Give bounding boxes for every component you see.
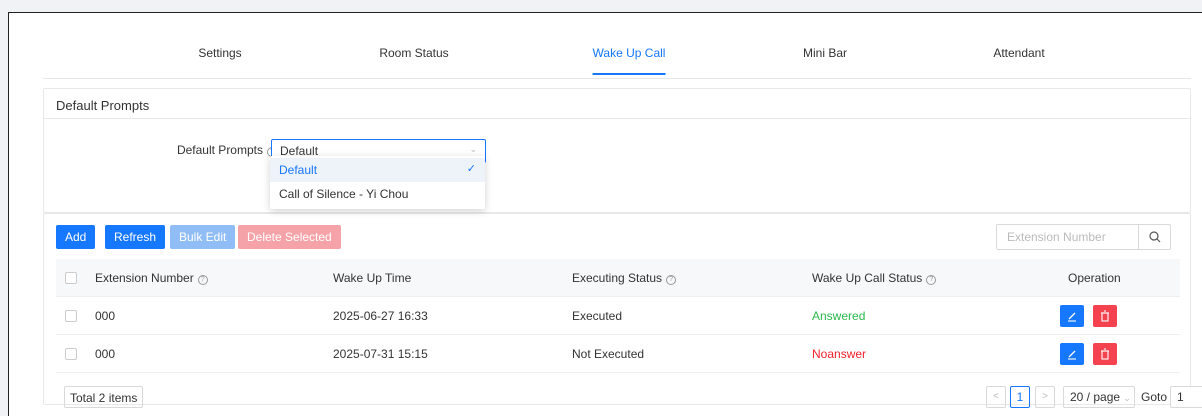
- delete-selected-button[interactable]: Delete Selected: [238, 225, 341, 249]
- goto-page-input[interactable]: [1170, 386, 1202, 408]
- column-header-label: Executing Status: [572, 271, 663, 285]
- extension-cell: 000: [95, 347, 116, 361]
- select-all-checkbox[interactable]: [65, 272, 77, 284]
- column-header-wake-up-call-status: Wake Up Call Status?: [812, 271, 937, 285]
- search-input[interactable]: [997, 225, 1137, 249]
- extension-cell: 000: [95, 309, 116, 323]
- delete-button[interactable]: [1093, 343, 1117, 365]
- search-button[interactable]: [1138, 225, 1170, 249]
- total-items-label: Total 2 items: [64, 386, 144, 408]
- option-label: Call of Silence - Yi Chou: [279, 187, 409, 201]
- help-icon[interactable]: ?: [666, 275, 677, 285]
- main-frame: Settings Room Status Wake Up Call Mini B…: [8, 12, 1202, 416]
- dropdown-option-call-of-silence[interactable]: Call of Silence - Yi Chou: [270, 182, 485, 206]
- help-icon[interactable]: ?: [197, 275, 208, 285]
- column-header-extension: Extension Number?: [95, 271, 208, 285]
- refresh-button[interactable]: Refresh: [105, 225, 166, 249]
- column-header-operation: Operation: [1068, 271, 1121, 285]
- table-row: 000 2025-07-31 15:15 Not Executed Noansw…: [56, 335, 1180, 373]
- wake-up-call-status-cell: Noanswer: [812, 347, 867, 361]
- search-box: [996, 224, 1171, 250]
- page-size-value: 20 / page: [1070, 390, 1121, 404]
- field-label-text: Default Prompts: [176, 143, 263, 157]
- column-header-wake-up-time: Wake Up Time: [333, 271, 412, 285]
- prev-page-button[interactable]: <: [986, 386, 1006, 408]
- tab-room-status[interactable]: Room Status: [379, 46, 448, 60]
- table-row: 000 2025-06-27 16:33 Executed Answered: [56, 297, 1180, 335]
- default-prompts-card: Default Prompts Default Prompts? Default…: [43, 88, 1191, 213]
- edit-button[interactable]: [1060, 343, 1084, 365]
- page-size-select[interactable]: 20 / page ⌄: [1063, 386, 1135, 408]
- check-icon: ✓: [466, 163, 476, 175]
- row-checkbox[interactable]: [65, 310, 77, 322]
- trash-icon: [1101, 348, 1109, 360]
- page-number-button[interactable]: 1: [1010, 386, 1030, 408]
- column-header-label: Wake Up Call Status: [812, 271, 923, 285]
- dropdown-option-default[interactable]: Default ✓: [270, 158, 485, 182]
- column-header-executing-status: Executing Status?: [572, 271, 677, 285]
- tab-mini-bar[interactable]: Mini Bar: [803, 46, 847, 60]
- card-title: Default Prompts: [44, 89, 1190, 119]
- column-header-label: Extension Number: [95, 271, 194, 285]
- add-button[interactable]: Add: [56, 225, 96, 249]
- wake-up-time-cell: 2025-06-27 16:33: [333, 309, 428, 323]
- edit-icon: [1068, 312, 1076, 322]
- delete-button[interactable]: [1093, 305, 1117, 327]
- executing-status-cell: Executed: [572, 309, 623, 323]
- wake-up-call-table: Extension Number? Wake Up Time Executing…: [56, 259, 1180, 373]
- edit-icon: [1068, 350, 1076, 360]
- chevron-down-icon: ⌄: [469, 144, 477, 154]
- tab-bar: Settings Room Status Wake Up Call Mini B…: [43, 27, 1191, 79]
- option-label: Default: [279, 163, 318, 177]
- goto-label: Goto: [1141, 390, 1168, 404]
- table-header-row: Extension Number? Wake Up Time Executing…: [56, 259, 1180, 297]
- row-checkbox[interactable]: [65, 348, 77, 360]
- default-prompts-label: Default Prompts?: [177, 143, 277, 157]
- tab-attendant[interactable]: Attendant: [993, 46, 1044, 60]
- chevron-down-icon: ⌄: [1123, 393, 1131, 403]
- prompts-dropdown-menu: Default ✓ Call of Silence - Yi Chou: [270, 156, 485, 209]
- bulk-edit-button[interactable]: Bulk Edit: [170, 225, 236, 249]
- tab-wake-up-call[interactable]: Wake Up Call: [592, 46, 665, 75]
- search-icon: [1149, 231, 1161, 243]
- trash-icon: [1101, 310, 1109, 322]
- wake-up-time-cell: 2025-07-31 15:15: [333, 347, 428, 361]
- executing-status-cell: Not Executed: [572, 347, 645, 361]
- next-page-button[interactable]: >: [1035, 386, 1055, 408]
- tab-settings[interactable]: Settings: [198, 46, 241, 60]
- wake-up-call-table-card: Add Refresh Bulk Edit Delete Selected Ex…: [43, 213, 1202, 408]
- wake-up-call-status-cell: Answered: [812, 309, 866, 323]
- help-icon[interactable]: ?: [926, 275, 937, 285]
- edit-button[interactable]: [1060, 305, 1084, 327]
